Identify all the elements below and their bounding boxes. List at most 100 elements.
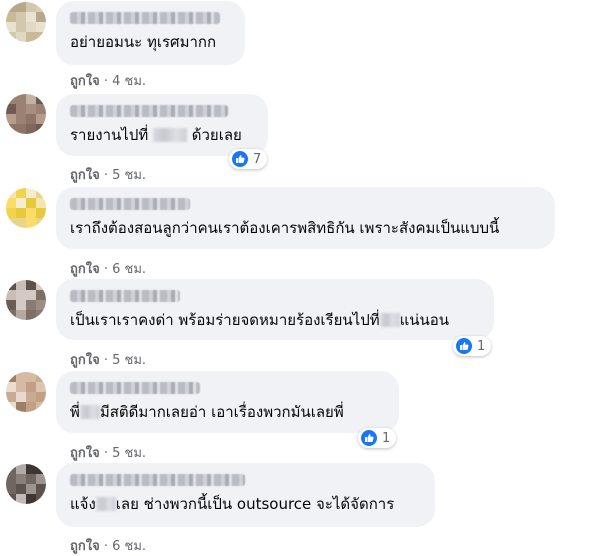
like-link[interactable]: ถูกใจ (70, 74, 100, 89)
avatar-mosaic-cell (26, 402, 36, 412)
avatar-mosaic-cell (16, 484, 26, 494)
timestamp[interactable]: 6 ชม. (112, 262, 146, 277)
comment-meta: ถูกใจ · 5 ชม. (70, 164, 146, 185)
avatar-mosaic-cell (36, 2, 46, 12)
separator: · (103, 262, 108, 277)
avatar[interactable] (6, 188, 46, 228)
avatar-mosaic-cell (6, 188, 16, 198)
comment-bubble: แจ้ง เลย ช่างพวกนี้เป็น outsource จะได้จั… (56, 463, 435, 527)
avatar-mosaic-cell (16, 280, 26, 290)
timestamp[interactable]: 6 ชม. (112, 539, 146, 554)
reaction-count: 1 (477, 338, 486, 354)
avatar-mosaic-cell (36, 494, 46, 504)
avatar-mosaic-cell (26, 198, 36, 208)
avatar-mosaic-cell (6, 114, 16, 124)
like-link[interactable]: ถูกใจ (70, 539, 100, 554)
author-name-blurred[interactable] (70, 474, 245, 486)
avatar-mosaic-cell (26, 22, 36, 32)
avatar-mosaic-cell (6, 32, 16, 42)
avatar[interactable] (6, 464, 46, 504)
avatar[interactable] (6, 94, 46, 134)
comment-bubble: พี่ มีสติดีมากเลยอ่า เอาเรื่องพวกมันเลยพี… (56, 371, 399, 433)
avatar-mosaic-cell (16, 2, 26, 12)
reaction-count: 1 (382, 430, 391, 446)
avatar-mosaic-cell (26, 300, 36, 310)
avatar-mosaic-cell (26, 290, 36, 300)
comment-meta: ถูกใจ · 4 ชม. (70, 70, 146, 91)
avatar-mosaic-cell (36, 218, 46, 228)
comment-bubble: เราถึงต้องสอนลูกว่าคนเราต้องเคารพสิทธิกั… (56, 187, 555, 249)
like-link[interactable]: ถูกใจ (70, 446, 100, 461)
like-link[interactable]: ถูกใจ (70, 262, 100, 277)
reaction-summary[interactable]: 7 (229, 149, 268, 169)
avatar-mosaic-cell (26, 494, 36, 504)
avatar[interactable] (6, 2, 46, 42)
avatar-mosaic-cell (36, 12, 46, 22)
avatar-mosaic-cell (36, 290, 46, 300)
avatar-mosaic-cell (6, 474, 16, 484)
thumbs-up-icon (361, 430, 377, 446)
timestamp[interactable]: 5 ชม. (112, 446, 146, 461)
author-name-blurred[interactable] (70, 290, 180, 302)
avatar-mosaic-cell (6, 208, 16, 218)
avatar-mosaic-cell (16, 402, 26, 412)
avatar-mosaic-cell (26, 124, 36, 134)
author-name-blurred[interactable] (70, 382, 200, 394)
author-name-blurred[interactable] (70, 105, 228, 117)
avatar-mosaic-cell (6, 2, 16, 12)
like-link[interactable]: ถูกใจ (70, 168, 100, 183)
avatar-mosaic-cell (16, 372, 26, 382)
avatar-mosaic-cell (36, 474, 46, 484)
avatar[interactable] (6, 372, 46, 412)
avatar-mosaic-cell (36, 208, 46, 218)
comment-text: เป็นเราเราคงด่า พร้อมร่ายจดหมายร้องเรียน… (70, 311, 450, 329)
reaction-summary[interactable]: 1 (358, 428, 397, 448)
avatar-mosaic-cell (36, 300, 46, 310)
avatar-mosaic-cell (16, 494, 26, 504)
redacted-text (153, 128, 187, 142)
avatar-mosaic-cell (26, 208, 36, 218)
like-link[interactable]: ถูกใจ (70, 353, 100, 368)
avatar-mosaic-cell (6, 198, 16, 208)
avatar-mosaic-cell (16, 474, 26, 484)
author-name-blurred[interactable] (70, 12, 220, 24)
reaction-count: 7 (253, 151, 262, 167)
avatar-mosaic-cell (26, 32, 36, 42)
separator: · (103, 353, 108, 368)
avatar-mosaic-cell (6, 300, 16, 310)
avatar-mosaic-cell (26, 484, 36, 494)
avatar-mosaic-cell (36, 94, 46, 104)
avatar-mosaic-cell (16, 32, 26, 42)
avatar-mosaic-cell (26, 280, 36, 290)
avatar-mosaic-cell (36, 124, 46, 134)
timestamp[interactable]: 4 ชม. (112, 74, 146, 89)
comment-meta: ถูกใจ · 5 ชม. (70, 442, 146, 463)
avatar-mosaic-cell (16, 12, 26, 22)
thumbs-up-icon (232, 151, 248, 167)
comment-meta: ถูกใจ · 6 ชม. (70, 535, 146, 556)
avatar-mosaic-cell (6, 104, 16, 114)
avatar-mosaic-cell (36, 464, 46, 474)
avatar-mosaic-cell (36, 382, 46, 392)
avatar[interactable] (6, 280, 46, 320)
timestamp[interactable]: 5 ชม. (112, 168, 146, 183)
comment-bubble: รายงานไปที่ ด้วยเลย (56, 94, 268, 156)
separator: · (103, 168, 108, 183)
avatar-mosaic-cell (16, 382, 26, 392)
avatar-mosaic-cell (16, 392, 26, 402)
comment-meta: ถูกใจ · 6 ชม. (70, 258, 146, 279)
avatar-mosaic-cell (36, 402, 46, 412)
author-name-blurred[interactable] (70, 198, 190, 210)
avatar-mosaic-cell (16, 310, 26, 320)
separator: · (103, 74, 108, 89)
avatar-mosaic-cell (16, 188, 26, 198)
avatar-mosaic-cell (26, 94, 36, 104)
avatar-mosaic-cell (26, 392, 36, 402)
avatar-mosaic-cell (6, 124, 16, 134)
comment-text: พี่ มีสติดีมากเลยอ่า เอาเรื่องพวกมันเลยพี… (70, 403, 344, 421)
timestamp[interactable]: 5 ชม. (112, 353, 146, 368)
reaction-summary[interactable]: 1 (453, 336, 492, 356)
avatar-mosaic-cell (6, 22, 16, 32)
avatar-mosaic-cell (6, 402, 16, 412)
avatar-mosaic-cell (36, 104, 46, 114)
